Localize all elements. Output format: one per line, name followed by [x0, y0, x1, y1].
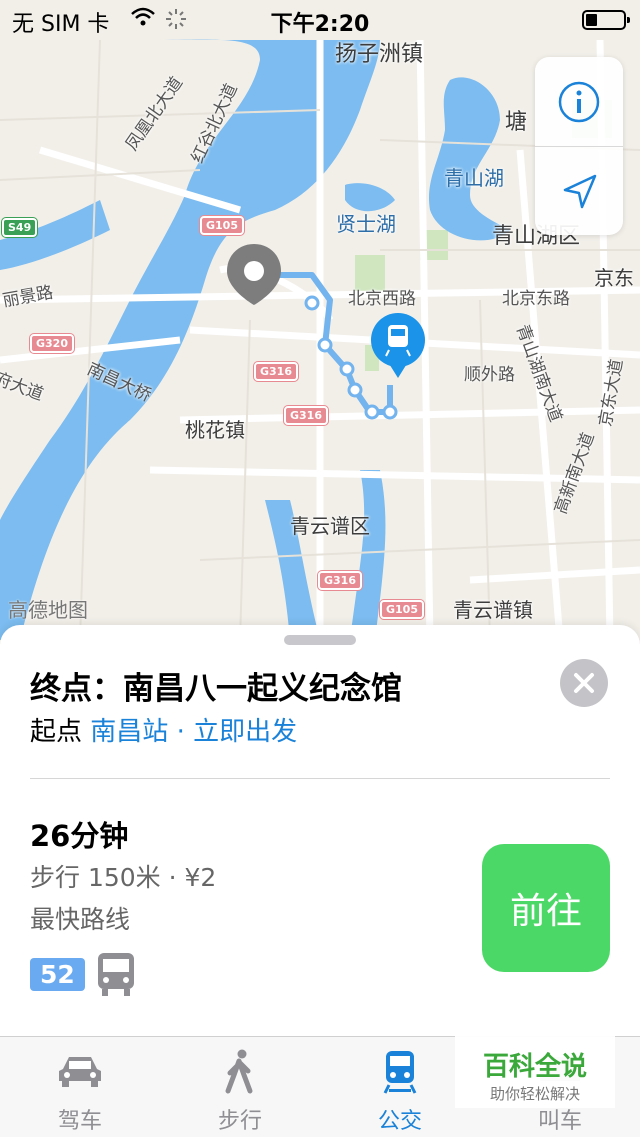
bus-number-badge: 52 [30, 957, 85, 991]
route-tag: 最快路线 [30, 905, 131, 934]
car-icon [59, 1057, 101, 1087]
origin-row: 起点 南昌站 · 立即出发 [30, 711, 297, 748]
shield-s49: S49 [2, 218, 38, 237]
destination-title: 终点：南昌八一起义纪念馆 [30, 671, 402, 707]
train-icon [383, 1051, 417, 1094]
origin-label: 起点 [30, 717, 83, 747]
watermark-title: 百科全说 [482, 1052, 587, 1082]
walk-icon [225, 1049, 253, 1094]
bus-icon [97, 953, 134, 996]
bus-info: 52 [30, 951, 137, 997]
tab-walk-label: 步行 [217, 1109, 262, 1134]
watermark-subtitle: 助你轻松解决 [489, 1085, 580, 1103]
map-label-qingyunpu-district: 青云谱区 [290, 514, 370, 538]
tab-walk[interactable]: 步行 [160, 1037, 320, 1137]
origin-station-link[interactable]: 南昌站 [90, 717, 168, 747]
tab-drive[interactable]: 驾车 [0, 1037, 160, 1137]
map-label-yangzizhou: 扬子洲镇 [335, 42, 424, 67]
close-icon [574, 673, 594, 693]
map-label-shunwai: 顺外路 [464, 365, 515, 385]
close-button[interactable] [560, 659, 608, 707]
sheet-grabber[interactable] [284, 635, 356, 645]
map-label-jing: 京东 [594, 266, 634, 290]
info-icon [558, 81, 600, 122]
watermark: 百科全说 助你轻松解决 [455, 1034, 615, 1108]
origin-separator: · [176, 717, 185, 747]
status-bar: 无 SIM 卡 下午2:20 [0, 0, 640, 40]
map-label-taohua: 桃花镇 [185, 418, 245, 442]
status-time: 下午2:20 [270, 12, 370, 37]
go-button[interactable]: 前往 [482, 844, 610, 972]
route-walk-info: 步行 150米 · ¥2 [30, 863, 217, 892]
map-label-qingyunpu-town: 青云谱镇 [453, 598, 533, 622]
depart-time-link[interactable]: 立即出发 [193, 717, 297, 747]
map-label-beijing-west: 北京西路 [348, 289, 416, 309]
map-controls [535, 57, 623, 235]
map-provider-logo: 高德地图 [8, 598, 88, 622]
shield-g105-south: G105 [380, 600, 424, 619]
map-label-qingshan-lake: 青山湖 [444, 166, 504, 190]
shield-g316-a: G316 [254, 362, 298, 381]
map-label-xianshi-lake: 贤士湖 [336, 212, 396, 236]
shield-g320: G320 [30, 334, 74, 353]
divider [30, 778, 610, 779]
battery-level [586, 14, 597, 26]
shield-g105-north: G105 [200, 216, 244, 235]
tab-drive-label: 驾车 [57, 1109, 102, 1134]
locate-button[interactable] [535, 147, 623, 236]
route-duration: 26分钟 [30, 819, 129, 853]
location-arrow-icon [563, 174, 597, 208]
battery-icon [582, 10, 630, 30]
info-button[interactable] [535, 57, 623, 146]
map-label-tang: 塘 [505, 110, 528, 135]
map-label-beijing-east: 北京东路 [502, 289, 570, 309]
shield-g316-c: G316 [318, 571, 362, 590]
shield-g316-b: G316 [284, 406, 328, 425]
